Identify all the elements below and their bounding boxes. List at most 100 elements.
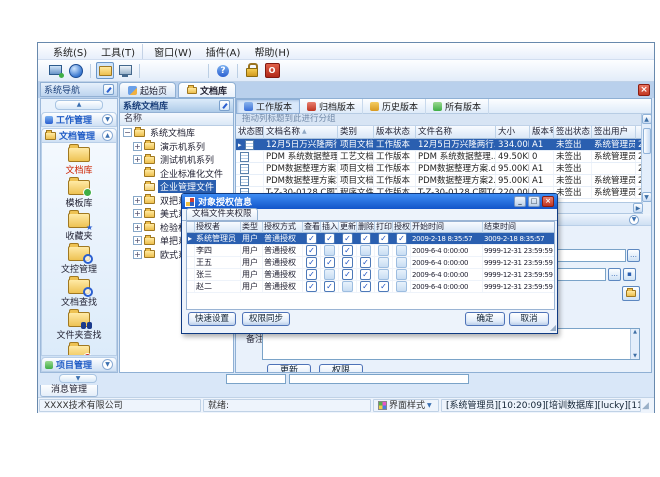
open-folder-button[interactable] [622, 286, 640, 301]
expand-icon[interactable]: + [133, 250, 142, 259]
menu-item[interactable]: 系统(S) [46, 44, 94, 59]
column-header[interactable]: 版本号 [530, 126, 554, 139]
sidebar-section-work[interactable]: 工作管理 ▼ [41, 112, 117, 127]
permission-row[interactable]: 王五用户普通授权✓✓✓✓2009-6-4 0:00:009999-12-31 2… [187, 257, 555, 269]
mail-x-icon[interactable] [185, 62, 203, 79]
sidebar-item-doc-search[interactable]: 文档查找 [61, 279, 97, 308]
browse-icon[interactable]: … [627, 249, 640, 262]
sidebar-item-doc-control[interactable]: 文控管理 [61, 246, 97, 275]
lookup-icon[interactable]: … [608, 268, 621, 281]
permission-checkbox[interactable]: ✓ [342, 269, 353, 280]
menu-item[interactable]: 帮助(H) [247, 44, 296, 59]
column-header[interactable]: 更新 [339, 222, 357, 233]
sidebar-scroll-down[interactable]: ▼ [59, 374, 97, 383]
globe-icon[interactable] [67, 62, 85, 79]
scroll-right-icon[interactable]: ▶ [633, 203, 643, 213]
mail-icon[interactable] [145, 62, 163, 79]
column-header[interactable]: 删除 [357, 222, 375, 233]
column-header[interactable]: 大小 [496, 126, 530, 139]
column-header[interactable]: 状态图 [236, 126, 264, 139]
permission-checkbox[interactable] [360, 245, 371, 256]
resize-grip[interactable]: ◢ [642, 401, 654, 411]
permission-checkbox[interactable]: ✓ [378, 233, 389, 244]
permission-checkbox[interactable]: ✓ [342, 257, 353, 268]
expand-icon[interactable]: + [133, 196, 142, 205]
column-header[interactable]: 文档名称▲ [264, 126, 338, 139]
scroll-up-icon[interactable]: ▲ [642, 114, 652, 124]
permission-row[interactable]: 赵二用户普通授权✓✓✓✓2009-6-4 0:00:009999-12-31 2… [187, 281, 555, 293]
tab-start-page[interactable]: 起始页 [119, 82, 176, 98]
scroll-down-icon[interactable]: ▼ [642, 192, 652, 202]
column-header[interactable]: 文件名称 [416, 126, 496, 139]
cancel-button[interactable]: 取消 [509, 312, 549, 326]
version-tab-2[interactable]: 历史版本 [363, 99, 426, 114]
sidebar-section-project[interactable]: 项目管理 ▼ [41, 357, 117, 372]
expand-icon[interactable]: + [133, 155, 142, 164]
permission-checkbox[interactable]: ✓ [324, 233, 335, 244]
sidebar-scroll-up[interactable]: ▲ [55, 100, 103, 110]
permission-row[interactable]: ▸系统管理员用户普通授权✓✓✓✓✓✓2009-2-18 8:35:573009-… [187, 233, 555, 245]
permission-checkbox[interactable] [342, 281, 353, 292]
permission-checkbox[interactable] [396, 281, 407, 292]
resize-grip[interactable]: ◢ [550, 323, 556, 332]
permission-checkbox[interactable] [378, 257, 389, 268]
chevron-up-icon[interactable]: ▲ [102, 130, 113, 141]
permission-checkbox[interactable]: ✓ [342, 245, 353, 256]
dialog-title-bar[interactable]: 对象授权信息 _ □ × [182, 194, 557, 209]
menu-item[interactable]: 工具(T) [94, 44, 143, 59]
chevron-down-icon[interactable]: ▼ [102, 359, 113, 370]
pin-icon[interactable] [219, 100, 230, 111]
permission-checkbox[interactable]: ✓ [306, 233, 317, 244]
permission-checkbox[interactable]: ✓ [324, 257, 335, 268]
version-tab-0[interactable]: 工作版本 [236, 99, 300, 114]
column-header[interactable]: 查看 [303, 222, 321, 233]
column-header[interactable]: 版本状态 [374, 126, 416, 139]
expand-icon[interactable]: + [133, 223, 142, 232]
maximize-icon[interactable]: □ [528, 196, 540, 207]
permission-checkbox[interactable] [324, 269, 335, 280]
tree-node[interactable]: +演示机系列 [120, 140, 233, 154]
tab-folder-permissions[interactable]: 文档文件夹权限 [186, 208, 258, 220]
permission-checkbox[interactable] [396, 269, 407, 280]
help-icon[interactable] [214, 62, 232, 79]
column-header[interactable]: 签出用户 [592, 126, 636, 139]
scrollbar-thumb[interactable] [643, 128, 651, 154]
document-row[interactable]: PDM 系统数据整理检…工艺文档工作版本PDM 系统数据整理…49.50KB0未… [236, 151, 643, 163]
permission-checkbox[interactable] [378, 245, 389, 256]
permission-checkbox[interactable]: ✓ [360, 269, 371, 280]
sidebar-item-checked-out-docs[interactable]: 签出的文档 [56, 345, 101, 356]
open-folder-icon[interactable] [96, 62, 114, 79]
permission-checkbox[interactable]: ✓ [306, 281, 317, 292]
column-header[interactable]: 开始时间 [411, 222, 483, 233]
document-row[interactable]: ▸12月5日万兴隆两行…项目文档工作版本12月5日万兴隆两行…334.00KBA… [236, 139, 643, 151]
menu-item[interactable]: 窗口(W) [147, 44, 199, 59]
column-header[interactable]: 打印 [375, 222, 393, 233]
clear-icon[interactable]: ▪ [623, 268, 636, 281]
bottom-field-large[interactable] [289, 374, 469, 384]
update-button[interactable]: 更新 [267, 364, 311, 373]
tree-node[interactable]: +测试机机系列 [120, 153, 233, 167]
permission-checkbox[interactable]: ✓ [396, 233, 407, 244]
bottom-field-small[interactable] [226, 374, 286, 384]
mail-check-icon[interactable] [165, 62, 183, 79]
version-tab-1[interactable]: 归档版本 [300, 99, 363, 114]
sidebar-item-favorites[interactable]: 收藏夹 [65, 213, 92, 242]
permission-checkbox[interactable]: ✓ [306, 245, 317, 256]
permission-checkbox[interactable]: ✓ [360, 233, 371, 244]
lock-icon[interactable] [243, 62, 261, 79]
permission-sync-button[interactable]: 权限同步 [242, 312, 290, 326]
minimize-icon[interactable]: _ [514, 196, 526, 207]
expand-icon[interactable]: + [133, 142, 142, 151]
pin-icon[interactable] [103, 84, 114, 95]
menu-item[interactable]: 插件(A) [199, 44, 248, 59]
column-header[interactable]: 类别 [338, 126, 374, 139]
connect-icon[interactable] [47, 62, 65, 79]
permission-button[interactable]: 权限 [319, 364, 363, 373]
close-icon[interactable]: × [542, 196, 554, 207]
expand-icon[interactable]: + [133, 209, 142, 218]
collapse-icon[interactable]: ▼ [629, 215, 639, 225]
tree-node[interactable]: 企业管理文件 [120, 180, 233, 194]
tab-document-library[interactable]: 文档库 [178, 82, 236, 98]
sidebar-item-template-library[interactable]: 模板库 [65, 180, 92, 209]
permission-checkbox[interactable] [396, 257, 407, 268]
